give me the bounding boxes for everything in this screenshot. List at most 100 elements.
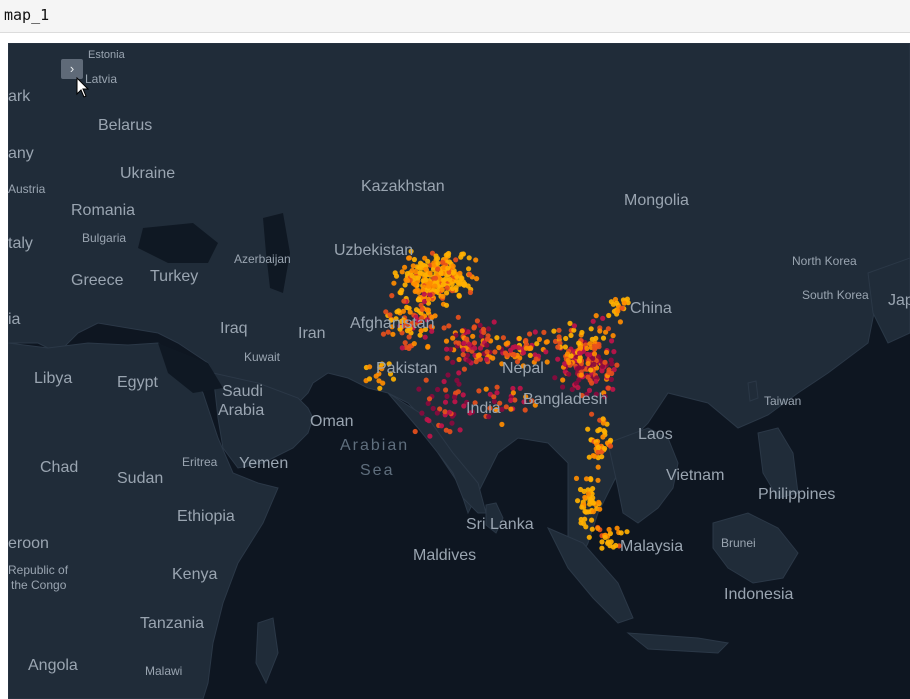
map-data-point[interactable] [522, 407, 528, 413]
map-data-point[interactable] [449, 281, 455, 287]
map-data-point[interactable] [414, 287, 420, 294]
map-data-point[interactable] [578, 372, 584, 378]
map-data-point[interactable] [563, 335, 569, 342]
map-data-point[interactable] [466, 266, 472, 272]
map-data-point[interactable] [443, 427, 449, 433]
map-data-point[interactable] [366, 376, 373, 382]
map-data-point[interactable] [466, 341, 472, 347]
map-data-point[interactable] [443, 338, 450, 344]
map-data-point[interactable] [544, 339, 550, 345]
map-data-point[interactable] [423, 277, 429, 283]
map-data-point[interactable] [467, 289, 473, 296]
map-data-point[interactable] [508, 406, 514, 412]
map-data-point[interactable] [595, 444, 601, 450]
map-data-point[interactable] [589, 517, 595, 523]
map-data-point[interactable] [599, 539, 605, 545]
map-data-point[interactable] [377, 385, 383, 391]
map-data-point[interactable] [405, 277, 411, 284]
map-data-point[interactable] [576, 340, 582, 346]
map-data-point[interactable] [585, 360, 591, 367]
map-data-point[interactable] [499, 421, 505, 427]
map-data-point[interactable] [597, 506, 603, 512]
map-data-point[interactable] [457, 427, 463, 433]
map-data-point[interactable] [619, 305, 625, 311]
map-data-point[interactable] [425, 296, 432, 302]
map-canvas[interactable]: EstoniaLatviaarkBelarusanyUkraineAustria… [8, 43, 910, 699]
map-data-point[interactable] [503, 341, 509, 347]
map-data-point[interactable] [474, 276, 480, 282]
map-data-point[interactable] [614, 362, 620, 368]
map-data-point[interactable] [583, 476, 590, 482]
map-data-point[interactable] [417, 332, 423, 338]
map-data-point[interactable] [427, 433, 433, 439]
map-data-point[interactable] [588, 326, 594, 332]
map-data-point[interactable] [534, 341, 540, 347]
map-data-point[interactable] [460, 251, 466, 257]
map-data-point[interactable] [450, 359, 456, 365]
map-data-point[interactable] [590, 355, 596, 361]
map-data-point[interactable] [471, 340, 478, 346]
map-data-point[interactable] [599, 454, 605, 460]
map-data-point[interactable] [527, 331, 533, 337]
map-data-point[interactable] [600, 416, 606, 422]
map-data-point[interactable] [376, 378, 382, 384]
map-data-point[interactable] [413, 268, 419, 275]
map-data-point[interactable] [617, 319, 624, 325]
map-data-point[interactable] [425, 258, 431, 264]
map-data-point[interactable] [579, 329, 585, 336]
map-data-point[interactable] [441, 325, 447, 331]
map-data-point[interactable] [456, 356, 462, 363]
map-data-point[interactable] [427, 270, 433, 276]
map-data-point[interactable] [595, 464, 601, 470]
map-data-point[interactable] [399, 287, 405, 293]
map-data-point[interactable] [457, 270, 463, 276]
map-data-point[interactable] [413, 307, 420, 313]
map-data-point[interactable] [442, 399, 449, 405]
map-data-point[interactable] [588, 367, 594, 373]
map-data-point[interactable] [380, 331, 387, 337]
map-data-point[interactable] [515, 345, 522, 351]
map-data-point[interactable] [516, 335, 522, 342]
map-data-point[interactable] [445, 372, 451, 378]
map-data-point[interactable] [435, 260, 441, 266]
map-data-point[interactable] [603, 349, 610, 355]
map-data-point[interactable] [483, 386, 489, 392]
map-data-point[interactable] [595, 525, 601, 531]
map-data-point[interactable] [476, 388, 482, 394]
map-data-point[interactable] [446, 409, 453, 415]
map-data-point[interactable] [444, 393, 450, 399]
map-data-point[interactable] [461, 366, 467, 372]
map-data-point[interactable] [596, 499, 602, 505]
map-data-point[interactable] [453, 257, 459, 263]
map-data-point[interactable] [618, 530, 624, 536]
map-data-point[interactable] [624, 529, 630, 535]
map-data-point[interactable] [480, 326, 487, 332]
map-data-point[interactable] [460, 352, 466, 358]
map-data-point[interactable] [464, 336, 470, 342]
map-data-point[interactable] [600, 434, 606, 440]
map-data-point[interactable] [494, 384, 500, 390]
map-data-point[interactable] [606, 312, 612, 319]
map-data-point[interactable] [441, 378, 447, 385]
map-data-point[interactable] [434, 410, 440, 416]
map-data-point[interactable] [552, 375, 558, 381]
map-data-point[interactable] [568, 353, 574, 359]
map-data-point[interactable] [600, 315, 606, 321]
map-data-point[interactable] [392, 270, 398, 276]
map-data-point[interactable] [476, 352, 482, 358]
map-data-point[interactable] [444, 355, 450, 361]
map-data-point[interactable] [597, 426, 603, 433]
map-data-point[interactable] [575, 384, 581, 391]
map-data-point[interactable] [494, 335, 500, 341]
map-data-point[interactable] [477, 345, 484, 351]
map-data-point[interactable] [503, 351, 509, 357]
map-data-point[interactable] [477, 322, 483, 328]
map-data-point[interactable] [593, 335, 599, 341]
map-data-point[interactable] [511, 352, 517, 358]
map-data-point[interactable] [435, 386, 441, 393]
map-data-point[interactable] [585, 374, 591, 380]
map-data-point[interactable] [528, 345, 534, 351]
map-data-point[interactable] [610, 544, 617, 550]
map-data-point[interactable] [449, 420, 455, 426]
map-data-point[interactable] [473, 359, 479, 365]
